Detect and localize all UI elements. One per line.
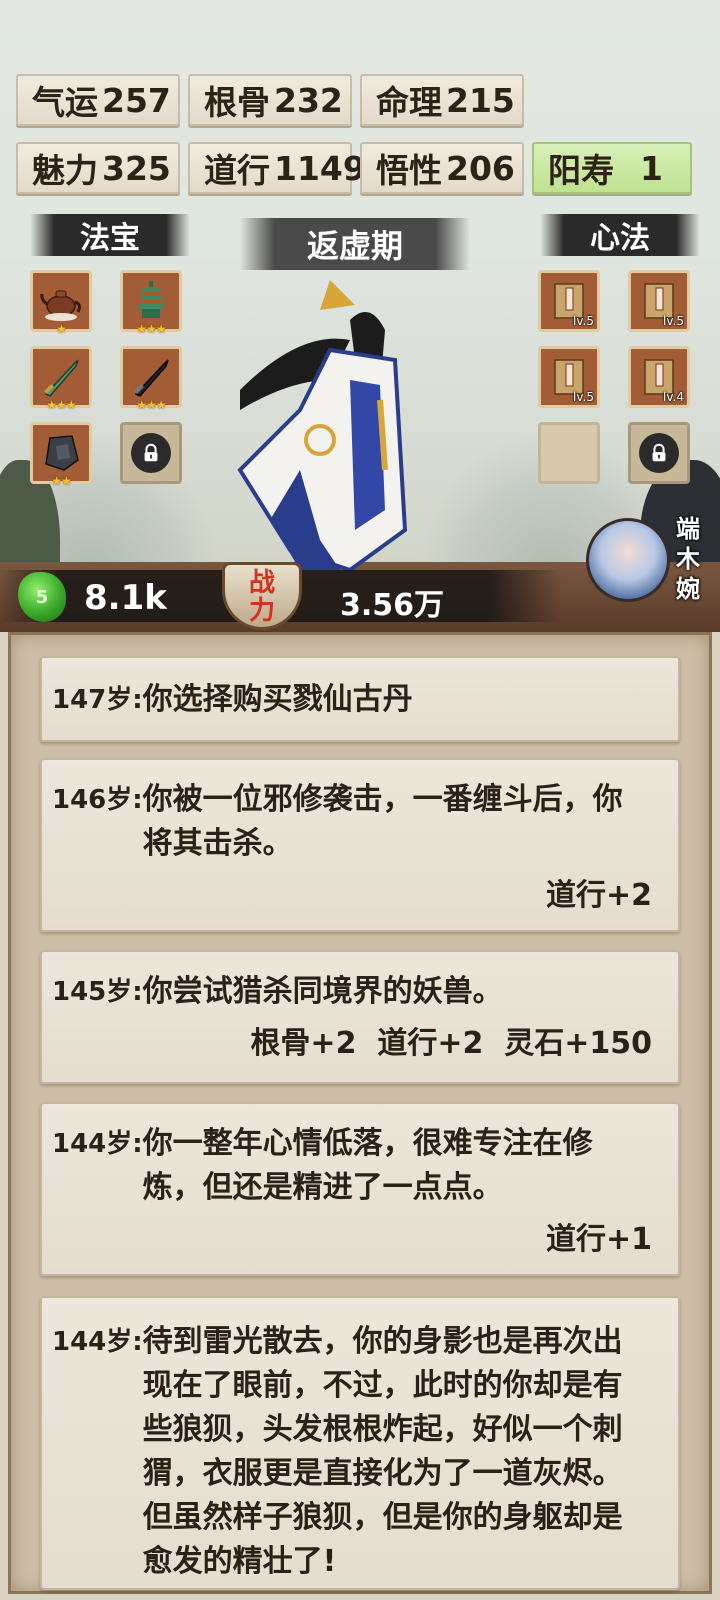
stat-value: 215 (446, 80, 515, 120)
log-row: 145岁: 你尝试猎杀同境界的妖兽。 (52, 970, 652, 1014)
companion-avatar[interactable] (586, 518, 670, 602)
log-age: 146岁: (52, 785, 143, 815)
stat-gengu[interactable]: 根骨 232 (188, 74, 352, 126)
treasure-slot-seal-stone[interactable]: ★★ (30, 422, 92, 488)
technique-slot-2[interactable]: lv.5 (628, 270, 690, 332)
stat-value: 325 (102, 148, 171, 188)
log-text: 你选择购买戮仙古丹 (142, 682, 413, 717)
technique-slot-locked[interactable] (628, 422, 690, 484)
log-reward: 道行+2 (545, 878, 652, 913)
stat-label: 根骨 (204, 83, 270, 122)
spirit-stone-value: 8.1k (84, 578, 167, 618)
log-row: 147岁: 你选择购买戮仙古丹 (52, 678, 652, 722)
technique-slot-1[interactable]: lv.5 (538, 270, 600, 332)
stat-wuxing[interactable]: 悟性 206 (360, 142, 524, 194)
companion-name[interactable]: 端木婉 (670, 514, 706, 604)
technique-slot-empty[interactable] (538, 422, 600, 484)
log-age: 147岁: (52, 685, 143, 715)
log-entry: 147岁: 你选择购买戮仙古丹 (40, 656, 680, 742)
technique-slot-3[interactable]: lv.5 (538, 346, 600, 408)
log-text: 你尝试猎杀同境界的妖兽。 (142, 974, 503, 1009)
combat-power-value: 3.56万 (340, 588, 445, 623)
star-rating: ★★★ (46, 398, 76, 412)
combat-power-label-top: 战 (248, 568, 275, 598)
technique-title: 心法 (540, 214, 700, 256)
stat-value: 232 (274, 80, 343, 120)
log-age: 145岁: (52, 977, 143, 1007)
treasure-slot-locked[interactable] (120, 422, 182, 484)
stat-label: 悟性 (376, 151, 442, 190)
jade-sword-icon (44, 359, 79, 397)
log-entry: 146岁: 你被一位邪修袭击，一番缠斗后，你将其击杀。 道行+2 (40, 758, 680, 932)
log-text: 你被一位邪修袭击，一番缠斗后，你将其击杀。 (142, 782, 623, 861)
log-reward: 道行+1 (545, 1222, 652, 1257)
stat-value: 206 (446, 148, 515, 188)
star-rating: ★★ (51, 474, 72, 488)
log-entry: 145岁: 你尝试猎杀同境界的妖兽。 根骨+2 道行+2 灵石+150 (40, 950, 680, 1084)
stat-label: 魅力 (32, 151, 98, 190)
log-text: 你一整年心情低落，很难专注在修炼，但还是精进了一点点。 (142, 1126, 593, 1205)
stat-value: 1 (640, 148, 663, 188)
stat-label: 道行 (204, 151, 270, 190)
level-label: lv.4 (663, 390, 684, 404)
star-rating: ★★★ (136, 322, 166, 336)
dark-sword-icon (134, 359, 169, 397)
log-row: 146岁: 你被一位邪修袭击，一番缠斗后，你将其击杀。 (52, 778, 652, 866)
level-label: lv.5 (573, 314, 594, 328)
log-age: 144岁: (52, 1327, 143, 1357)
stat-label: 阳寿 (548, 151, 614, 190)
star-rating: ★★★ (136, 398, 166, 412)
teapot-icon (40, 290, 81, 321)
stat-mingli[interactable]: 命理 215 (360, 74, 524, 126)
log-reward: 根骨+2 道行+2 灵石+150 (250, 1026, 652, 1061)
log-entry: 144岁: 待到雷光散去，你的身影也是再次出现在了眼前，不过，此时的你却是有些狼… (40, 1296, 680, 1590)
seal-stone-icon (45, 435, 79, 471)
log-row: 144岁: 你一整年心情低落，很难专注在修炼，但还是精进了一点点。 (52, 1122, 652, 1210)
combat-power-label-bottom: 力 (248, 596, 275, 626)
stat-label: 气运 (32, 83, 98, 122)
stat-value: 1149 (274, 148, 366, 188)
stat-meili[interactable]: 魅力 325 (16, 142, 180, 194)
treasure-slot-dark-sword[interactable]: ★★★ (120, 346, 182, 412)
log-entry: 144岁: 你一整年心情低落，很难专注在修炼，但还是精进了一点点。 道行+1 (40, 1102, 680, 1276)
level-label: lv.5 (663, 314, 684, 328)
lock-icon (639, 433, 679, 473)
stat-qiyun[interactable]: 气运 257 (16, 74, 180, 126)
spirit-stone-icon-text: 5 (35, 586, 49, 608)
stat-label: 命理 (376, 83, 442, 122)
log-age: 144岁: (52, 1129, 143, 1159)
log-row: 144岁: 待到雷光散去，你的身影也是再次出现在了眼前，不过，此时的你却是有些狼… (52, 1320, 652, 1584)
log-text: 待到雷光散去，你的身影也是再次出现在了眼前，不过，此时的你却是有些狼狈，头发根根… (142, 1324, 623, 1579)
stat-daoxing[interactable]: 道行 1149 (188, 142, 366, 194)
treasure-slot-teapot[interactable]: ★ (30, 270, 92, 336)
level-label: lv.5 (573, 390, 594, 404)
treasure-title: 法宝 (30, 214, 190, 256)
cultivator-character[interactable] (180, 270, 420, 590)
treasure-slot-pagoda[interactable]: ★★★ (120, 270, 182, 336)
star-rating: ★ (56, 322, 67, 336)
pagoda-icon (136, 281, 166, 318)
combat-power-badge: 战 力 (222, 562, 302, 630)
technique-slot-4[interactable]: lv.4 (628, 346, 690, 408)
stat-value: 257 (102, 80, 171, 120)
realm-title: 返虚期 (240, 218, 470, 270)
lock-icon (131, 433, 171, 473)
treasure-slot-jade-sword[interactable]: ★★★ (30, 346, 92, 412)
stat-yangshou[interactable]: 阳寿 1 (532, 142, 692, 194)
